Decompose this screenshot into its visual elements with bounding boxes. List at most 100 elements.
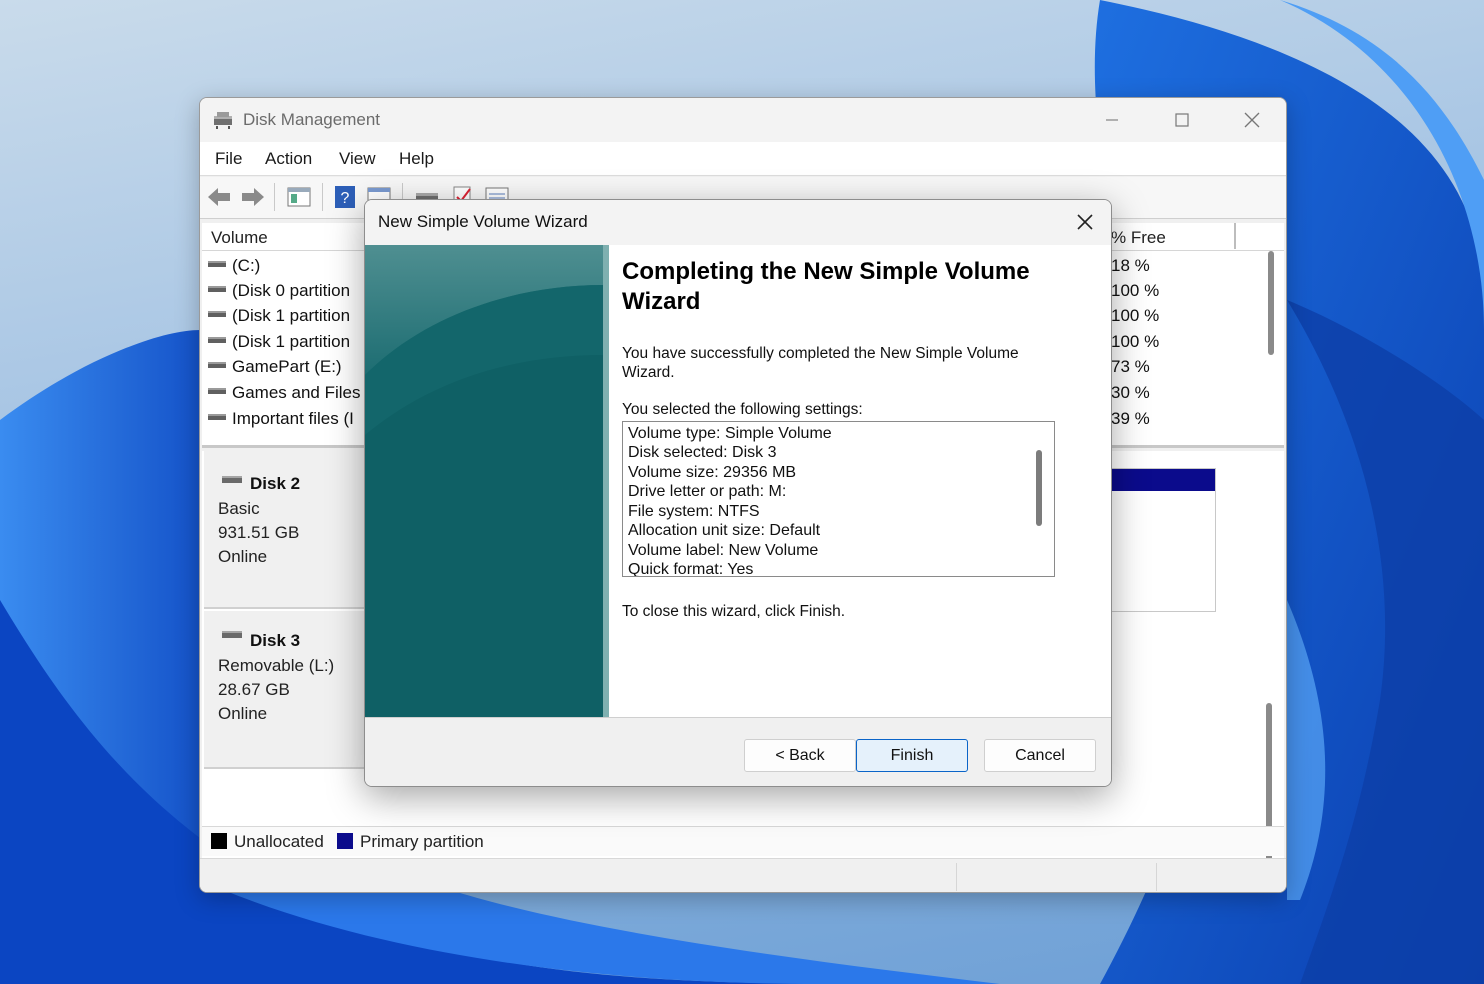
disk-3-info[interactable]: Disk 3 Removable (L:) 28.67 GB Online <box>204 611 367 769</box>
setting-line: File system: NTFS <box>628 503 760 520</box>
primary-partition-block[interactable] <box>1110 468 1216 612</box>
help-icon[interactable]: ? <box>332 185 358 209</box>
volume-free-percent: 73 % <box>1111 357 1150 376</box>
status-separator <box>1156 863 1157 891</box>
close-button[interactable] <box>1217 98 1286 142</box>
disk-size: 931.51 GB <box>218 523 300 542</box>
legend: Unallocated Primary partition <box>202 826 1284 856</box>
volume-name: GamePart (E:) <box>232 357 342 376</box>
menu-view[interactable]: View <box>339 149 376 169</box>
volume-name: (Disk 1 partition <box>232 332 351 351</box>
setting-line: Drive letter or path: M: <box>628 483 787 500</box>
disk-name: Disk 3 <box>250 631 301 650</box>
volume-row[interactable]: Games and Files <box>208 383 361 408</box>
column-separator[interactable] <box>1234 223 1236 249</box>
maximize-icon <box>1175 113 1189 127</box>
volume-row[interactable]: (Disk 1 partition <box>208 306 350 331</box>
volume-name: Games and Files <box>232 383 361 402</box>
cancel-button[interactable]: Cancel <box>984 739 1096 772</box>
volume-name: (C:) <box>232 256 261 275</box>
volume-free-percent: 30 % <box>1111 383 1150 402</box>
volume-row[interactable]: Important files (I <box>208 409 354 434</box>
setting-line: Allocation unit size: Default <box>628 522 821 539</box>
menu-help[interactable]: Help <box>399 149 434 169</box>
volume-free-percent: 100 % <box>1111 332 1160 351</box>
wizard-content: Completing the New Simple Volume Wizard … <box>609 245 1111 717</box>
menu-action[interactable]: Action <box>265 149 312 169</box>
maximize-button[interactable] <box>1147 98 1217 142</box>
volume-row[interactable]: GamePart (E:) <box>208 357 342 382</box>
settings-summary-list[interactable]: Volume type: Simple Volume Disk selected… <box>622 421 1055 577</box>
console-tree-icon[interactable] <box>286 185 312 209</box>
volume-name: (Disk 0 partition <box>232 281 351 300</box>
drive-icon <box>208 310 226 317</box>
disk-status: Online <box>218 704 268 723</box>
disk-status: Online <box>218 547 268 566</box>
new-simple-volume-wizard-dialog: New Simple Volume Wizard Completing the … <box>364 199 1112 787</box>
toolbar-separator <box>274 183 275 211</box>
wizard-heading: Completing the New Simple Volume Wizard <box>622 258 1030 315</box>
drive-icon <box>208 336 226 343</box>
volume-free-percent: 100 % <box>1111 306 1160 325</box>
setting-line: Volume size: 29356 MB <box>628 464 797 481</box>
disk-management-app-icon <box>214 112 232 129</box>
settings-scrollbar[interactable] <box>1036 450 1042 526</box>
drive-icon <box>208 361 226 368</box>
close-icon <box>1244 112 1260 128</box>
dialog-title-bar: New Simple Volume Wizard <box>365 200 1111 245</box>
close-hint: To close this wizard, click Finish. <box>622 603 846 620</box>
volume-free-percent: 100 % <box>1111 281 1160 300</box>
disk-size: 28.67 GB <box>218 680 290 699</box>
volume-name: Important files (I <box>232 409 354 428</box>
disk-2-info[interactable]: Disk 2 Basic 931.51 GB Online <box>204 451 367 609</box>
drive-icon <box>208 413 226 420</box>
column-volume[interactable]: Volume <box>211 228 268 248</box>
drive-icon <box>208 387 226 394</box>
volume-name: (Disk 1 partition <box>232 306 351 325</box>
window-title: Disk Management <box>243 110 381 129</box>
title-bar: Disk Management <box>200 98 1286 142</box>
menu-file[interactable]: File <box>215 149 242 169</box>
success-message: You have successfully completed the New … <box>622 345 1019 381</box>
column-free[interactable]: % Free <box>1111 228 1166 248</box>
disk-type: Basic <box>218 499 260 518</box>
legend-primary-partition: Primary partition <box>360 832 484 851</box>
back-arrow-icon[interactable] <box>206 185 232 209</box>
finish-button[interactable]: Finish <box>856 739 968 772</box>
menu-bar: File Action View Help <box>200 142 1286 176</box>
setting-line: Volume label: New Volume <box>628 542 819 559</box>
volume-free-percent: 39 % <box>1111 409 1150 428</box>
settings-label: You selected the following settings: <box>622 401 863 418</box>
volume-row[interactable]: (Disk 1 partition <box>208 332 350 357</box>
volume-list-scrollbar[interactable] <box>1268 251 1274 355</box>
setting-line: Quick format: Yes <box>628 561 754 577</box>
wizard-side-banner <box>365 245 603 717</box>
disk-type: Removable (L:) <box>218 656 335 675</box>
setting-line: Volume type: Simple Volume <box>628 425 832 442</box>
drive-icon <box>208 260 226 267</box>
unallocated-swatch <box>211 833 227 849</box>
volume-free-percent: 18 % <box>1111 256 1150 275</box>
primary-partition-swatch <box>337 833 353 849</box>
back-button[interactable]: < Back <box>744 739 856 772</box>
partition-color-bar <box>1111 469 1215 491</box>
dialog-close-button[interactable] <box>1065 204 1105 240</box>
volume-row[interactable]: (C:) <box>208 256 260 281</box>
forward-arrow-icon[interactable] <box>240 185 266 209</box>
disk-icon <box>222 631 242 638</box>
minimize-button[interactable] <box>1077 98 1147 142</box>
setting-line: Disk selected: Disk 3 <box>628 444 777 461</box>
disk-name: Disk 2 <box>250 474 301 493</box>
close-icon <box>1077 214 1093 230</box>
dialog-title: New Simple Volume Wizard <box>378 212 588 231</box>
svg-text:?: ? <box>341 190 350 207</box>
drive-icon <box>208 285 226 292</box>
status-bar <box>200 858 1286 892</box>
legend-unallocated: Unallocated <box>234 832 324 851</box>
status-separator <box>956 863 957 891</box>
disk-icon <box>222 476 242 483</box>
toolbar-separator <box>322 183 323 211</box>
wizard-button-bar: < Back Finish Cancel <box>365 717 1111 786</box>
volume-row[interactable]: (Disk 0 partition <box>208 281 350 306</box>
minimize-icon <box>1106 119 1118 121</box>
